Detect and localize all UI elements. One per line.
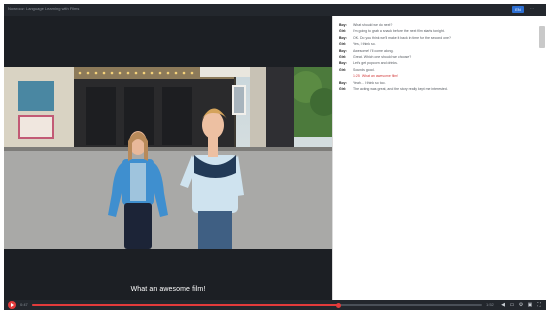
play-button[interactable] <box>8 301 16 309</box>
volume-icon[interactable]: ◀ <box>500 302 506 308</box>
title-bar: Nowrooz: Language Learning with Films EN… <box>4 4 546 16</box>
transcript-speaker: Girl: <box>339 87 347 92</box>
control-bar: 0:47 1:52 ◀ ▭ ⚙ ▣ ⛶ <box>4 300 546 310</box>
settings-icon[interactable]: ⚙ <box>518 302 524 308</box>
progress-fill <box>32 304 338 306</box>
video-image <box>4 67 332 249</box>
fullscreen-icon[interactable]: ⛶ <box>536 302 542 308</box>
transcript-lines: Boy: What should we do next? Girl: I'm goin… <box>339 22 529 92</box>
pip-icon[interactable]: ▣ <box>527 302 533 308</box>
duration: 1:52 <box>486 302 494 307</box>
video-area: What an awesome film! <box>4 16 332 300</box>
language-button[interactable]: EN <box>512 6 524 13</box>
window-title: Nowrooz: Language Learning with Films <box>8 6 80 11</box>
video-frame[interactable] <box>4 67 332 249</box>
player-window: Nowrooz: Language Learning with Films EN… <box>4 4 547 310</box>
transcript-scrollbar[interactable] <box>539 26 545 48</box>
current-time: 0:47 <box>20 302 28 307</box>
transcript-text: The acting was great, and the story real… <box>353 87 448 92</box>
subtitles-icon[interactable]: ▭ <box>509 302 515 308</box>
subtitle-text: What an awesome film! <box>130 286 206 293</box>
progress-handle[interactable] <box>335 302 341 308</box>
transcript-line[interactable]: Girl: The acting was great, and the story… <box>339 86 529 92</box>
transcript-panel: Boy: What should we do next? Girl: I'm goin… <box>332 16 547 300</box>
progress-bar[interactable] <box>32 302 482 308</box>
more-options-icon[interactable]: ⋯ <box>528 6 536 13</box>
